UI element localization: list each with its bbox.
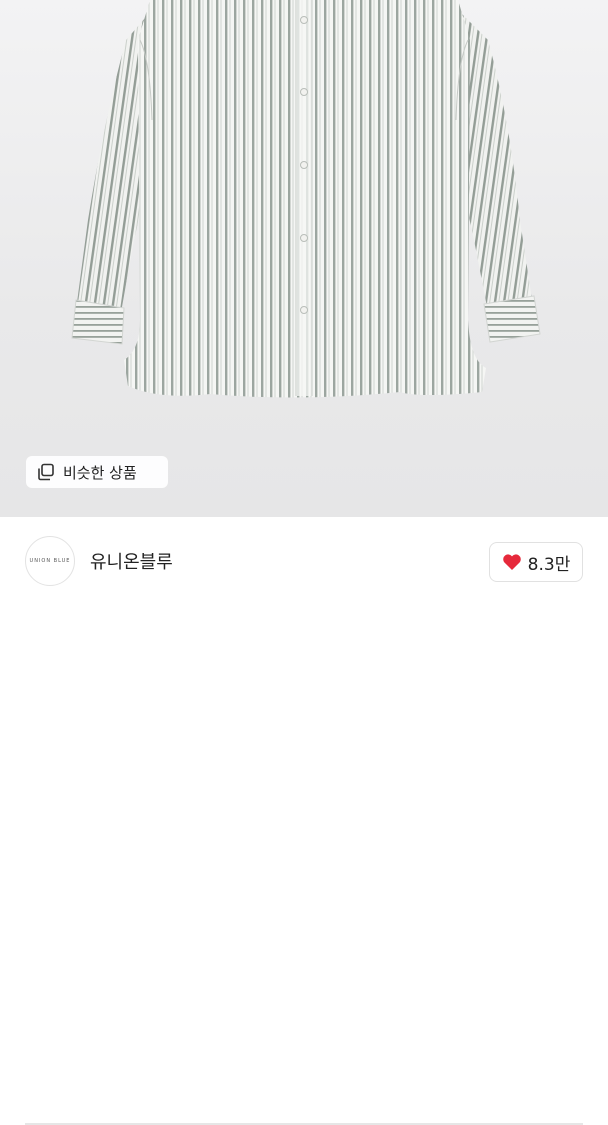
copy-icon: [38, 463, 54, 481]
product-image[interactable]: 비슷한 상품: [0, 0, 608, 517]
shirt-photo: [71, 0, 541, 398]
heart-icon: [502, 554, 521, 570]
similar-products-button[interactable]: 비슷한 상품: [26, 456, 168, 488]
similar-products-label: 비슷한 상품: [63, 463, 137, 482]
seller-avatar[interactable]: UNION BLUE: [25, 536, 75, 586]
seller-name[interactable]: 유니온블루: [90, 548, 173, 574]
seller-row: UNION BLUE 유니온블루 8.3만: [0, 517, 608, 1125]
like-count: 8.3만: [527, 554, 571, 575]
like-button[interactable]: 8.3만: [489, 542, 583, 582]
avatar-logo-text: UNION BLUE: [29, 558, 71, 564]
